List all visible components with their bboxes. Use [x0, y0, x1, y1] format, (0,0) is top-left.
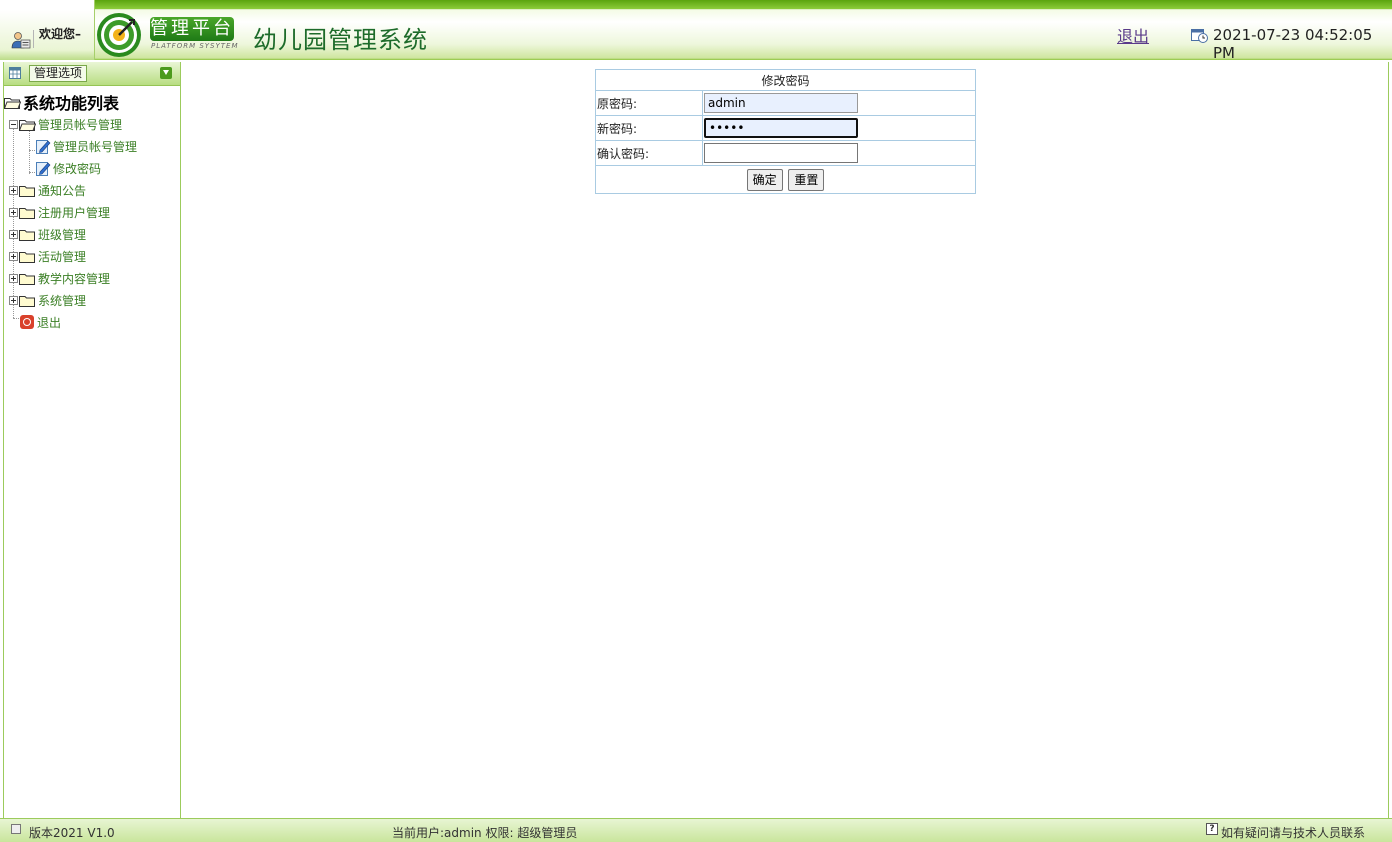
calendar-clock-icon — [1191, 29, 1208, 43]
expand-plus-icon[interactable] — [9, 229, 18, 239]
edit-document-icon — [36, 161, 51, 176]
top-header: 欢迎您– 管理平台 PLATFORM SYSYTEM 幼儿园管理系统 退出 20… — [0, 0, 1392, 60]
new-password-input[interactable] — [704, 118, 858, 138]
sidebar-item-activities[interactable]: 活动管理 — [9, 246, 86, 266]
folder-icon — [19, 251, 35, 263]
folder-open-icon — [19, 119, 36, 131]
collapse-minus-icon[interactable] — [9, 119, 18, 129]
sidebar-item-change-password[interactable]: 修改密码 — [36, 158, 101, 178]
confirm-password-label: 确认密码: — [595, 140, 703, 166]
management-options-button[interactable]: 管理选项 — [29, 65, 88, 82]
confirm-password-cell — [702, 140, 976, 166]
help-icon: ? — [1206, 823, 1218, 835]
old-password-input[interactable] — [704, 93, 858, 113]
sidebar-item-label: 注册用户管理 — [38, 205, 111, 220]
sidebar-item-label: 管理员帐号管理 — [38, 117, 123, 132]
sidebar-item-registered-users[interactable]: 注册用户管理 — [9, 202, 110, 222]
sidebar-item-label: 修改密码 — [53, 161, 102, 176]
version-icon — [11, 824, 21, 834]
tree-root-label: 系统功能列表 — [23, 94, 120, 113]
folder-icon — [19, 295, 35, 307]
platform-logo-icon — [97, 13, 141, 57]
main-content: 修改密码 原密码: 新密码: 确认密码: 确定 重置 — [182, 62, 1389, 818]
submit-button[interactable]: 确定 — [746, 168, 783, 191]
sidebar-item-admin-accounts[interactable]: 管理员帐号管理 — [9, 114, 122, 134]
function-tree: 系统功能列表 管理员帐号管理 管理员帐号管理 修改密码 通知公告 注册用户管理 … — [4, 86, 180, 816]
user-icon — [11, 32, 31, 49]
current-datetime: 2021-07-23 04:52:05 PM — [1213, 26, 1373, 60]
sidebar-item-label: 退出 — [37, 315, 62, 330]
sidebar-item-label: 班级管理 — [38, 227, 87, 242]
reset-button[interactable]: 重置 — [788, 168, 825, 191]
folder-icon — [19, 229, 35, 241]
sidebar-item-teaching-content[interactable]: 教学内容管理 — [9, 268, 110, 288]
sidebar: 管理选项 系统功能列表 管理员帐号管理 管理员帐号管理 修改密码 通知公告 注册… — [3, 62, 181, 818]
collapse-arrow-icon[interactable] — [160, 67, 172, 79]
sidebar-item-classes[interactable]: 班级管理 — [9, 224, 86, 244]
power-off-icon — [20, 315, 34, 329]
contact-text: 如有疑问请与技术人员联系 — [1221, 826, 1366, 840]
form-title: 修改密码 — [595, 69, 976, 91]
edit-document-icon — [36, 139, 51, 154]
sidebar-item-system[interactable]: 系统管理 — [9, 290, 86, 310]
welcome-text: 欢迎您– — [39, 27, 82, 41]
expand-plus-icon[interactable] — [9, 185, 18, 195]
new-password-cell — [702, 115, 976, 141]
sidebar-item-notices[interactable]: 通知公告 — [9, 180, 86, 200]
folder-icon — [19, 207, 35, 219]
platform-brand-subtitle: PLATFORM SYSYTEM — [151, 42, 239, 50]
form-actions: 确定 重置 — [595, 165, 976, 194]
expand-plus-icon[interactable] — [9, 251, 18, 261]
platform-brand: 管理平台 — [150, 17, 234, 41]
old-password-cell — [702, 90, 976, 116]
status-footer: 版本2021 V1.0 当前用户:admin 权限: 超级管理员 ? 如有疑问请… — [0, 818, 1392, 842]
current-user-info: 当前用户:admin 权限: 超级管理员 — [392, 826, 578, 840]
folder-open-icon — [4, 97, 21, 109]
sidebar-item-admin-account-management[interactable]: 管理员帐号管理 — [36, 136, 137, 156]
sidebar-item-label: 活动管理 — [38, 249, 87, 264]
sidebar-item-label: 管理员帐号管理 — [53, 139, 138, 154]
welcome-separator — [33, 30, 34, 48]
change-password-form: 修改密码 原密码: 新密码: 确认密码: 确定 重置 — [595, 69, 976, 194]
folder-icon — [19, 185, 35, 197]
table-icon — [9, 67, 21, 79]
expand-plus-icon[interactable] — [9, 273, 18, 283]
expand-plus-icon[interactable] — [9, 295, 18, 305]
sidebar-item-label: 教学内容管理 — [38, 271, 111, 286]
sidebar-item-label: 通知公告 — [38, 183, 87, 198]
old-password-label: 原密码: — [595, 90, 703, 116]
sidebar-header: 管理选项 — [4, 62, 180, 86]
sidebar-item-logout[interactable]: 退出 — [20, 312, 61, 332]
version-text: 版本2021 V1.0 — [29, 826, 115, 840]
header-logout-link[interactable]: 退出 — [1117, 23, 1149, 47]
folder-icon — [19, 273, 35, 285]
app-title: 幼儿园管理系统 — [253, 26, 428, 54]
new-password-label: 新密码: — [595, 115, 703, 141]
tree-root[interactable]: 系统功能列表 — [4, 90, 119, 114]
sidebar-item-label: 系统管理 — [38, 293, 87, 308]
expand-plus-icon[interactable] — [9, 207, 18, 217]
header-top-band — [0, 0, 1392, 9]
confirm-password-input[interactable] — [704, 143, 858, 163]
